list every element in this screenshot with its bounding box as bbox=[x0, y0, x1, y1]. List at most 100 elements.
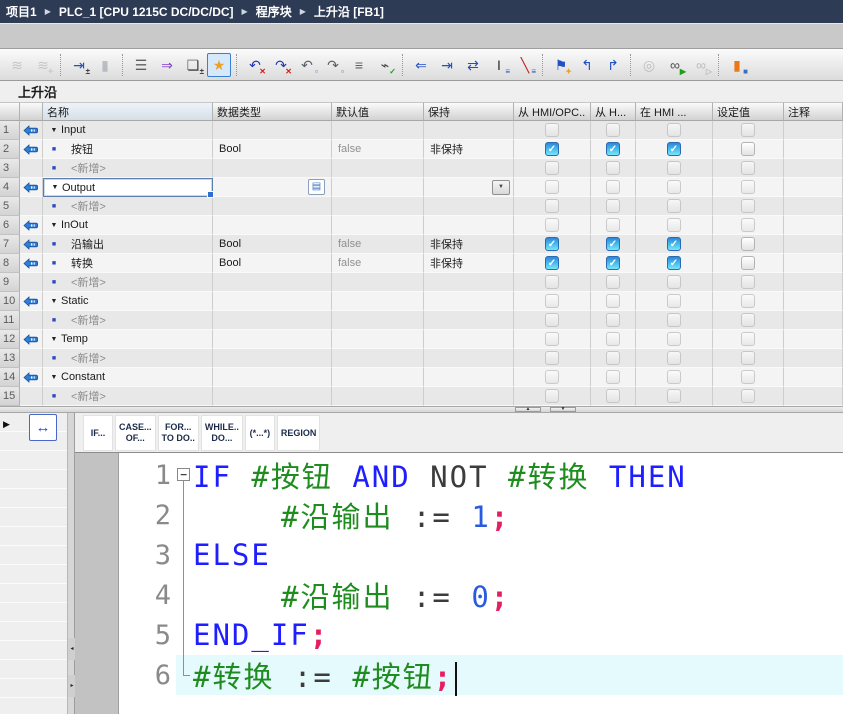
code-line[interactable]: 6 − #转换 := #按钮; bbox=[119, 655, 843, 695]
setpoint-checkbox[interactable] bbox=[741, 237, 755, 251]
name-cell[interactable]: ▼ Input bbox=[43, 121, 213, 140]
breadcrumb-item[interactable]: PLC_1 [CPU 1215C DC/DC/DC] bbox=[59, 5, 234, 19]
snippet-button[interactable]: REGION bbox=[277, 415, 321, 451]
setpoint-checkbox[interactable] bbox=[741, 123, 755, 137]
retain-cell[interactable] bbox=[424, 159, 514, 178]
hmi-opc-checkbox[interactable] bbox=[545, 275, 559, 289]
setpoint-checkbox[interactable] bbox=[741, 275, 755, 289]
comment-cell[interactable] bbox=[784, 159, 843, 178]
table-row[interactable]: 6 ▼ InOut bbox=[0, 216, 843, 235]
comment-cell[interactable] bbox=[784, 273, 843, 292]
breadcrumb-item[interactable]: 项目1 bbox=[6, 3, 37, 20]
name-cell[interactable]: ■ 转换 bbox=[43, 254, 213, 273]
name-cell[interactable]: ▼ Static bbox=[43, 292, 213, 311]
datatype-cell[interactable] bbox=[213, 292, 332, 311]
retain-cell[interactable] bbox=[424, 387, 514, 406]
table-row[interactable]: 12 ▼ Temp bbox=[0, 330, 843, 349]
row-marker-icon[interactable]: ■ bbox=[47, 203, 61, 210]
header-datatype[interactable]: 数据类型 bbox=[213, 102, 332, 121]
default-cell[interactable] bbox=[332, 121, 424, 140]
code-line[interactable]: 1 − IF #按钮 AND NOT #转换 THEN bbox=[119, 455, 843, 495]
hmi-opc-checkbox[interactable] bbox=[545, 313, 559, 327]
scroll-up-button[interactable]: ▲ bbox=[515, 407, 541, 412]
hmi-opc-checkbox[interactable] bbox=[545, 389, 559, 403]
row-marker-icon[interactable]: ■ bbox=[47, 279, 61, 286]
insert-network-button[interactable]: ≋ bbox=[5, 53, 29, 77]
table-row[interactable]: 11 ■ <新增> bbox=[0, 311, 843, 330]
name-cell[interactable]: ▼ Temp bbox=[43, 330, 213, 349]
call-environment-button[interactable]: ◎ bbox=[637, 53, 661, 77]
in-hmi-checkbox[interactable] bbox=[667, 199, 681, 213]
clear-highlight-button[interactable]: ╲≡ bbox=[513, 53, 537, 77]
default-cell[interactable] bbox=[332, 292, 424, 311]
name-cell[interactable]: ■ <新增> bbox=[43, 349, 213, 368]
row-marker-icon[interactable]: ■ bbox=[47, 317, 61, 324]
split-view-button[interactable]: ↔ bbox=[29, 414, 57, 441]
outdent-button[interactable]: ⇐ bbox=[409, 53, 433, 77]
default-cell[interactable] bbox=[332, 330, 424, 349]
in-hmi-checkbox[interactable] bbox=[667, 313, 681, 327]
table-row[interactable]: 13 ■ <新增> bbox=[0, 349, 843, 368]
default-cell[interactable] bbox=[332, 159, 424, 178]
header-from-hmi[interactable]: 从 H... bbox=[591, 102, 636, 121]
snippet-button[interactable]: (*...*) bbox=[245, 415, 275, 451]
from-hmi-checkbox[interactable]: ✓ bbox=[606, 142, 620, 156]
from-hmi-checkbox[interactable]: ✓ bbox=[606, 237, 620, 251]
header-name[interactable]: 名称 bbox=[43, 102, 213, 121]
default-cell[interactable] bbox=[332, 273, 424, 292]
default-cell[interactable] bbox=[332, 178, 424, 197]
name-cell[interactable]: ▼ InOut bbox=[43, 216, 213, 235]
comment-cell[interactable] bbox=[784, 254, 843, 273]
row-marker-icon[interactable]: ■ bbox=[47, 146, 61, 153]
retain-cell[interactable] bbox=[424, 349, 514, 368]
selection-handle[interactable] bbox=[207, 191, 214, 198]
retain-cell[interactable] bbox=[424, 273, 514, 292]
setpoint-checkbox[interactable] bbox=[741, 370, 755, 384]
datatype-cell[interactable] bbox=[213, 349, 332, 368]
fold-toggle-icon[interactable]: − bbox=[177, 468, 190, 481]
datatype-cell[interactable] bbox=[213, 197, 332, 216]
name-cell[interactable]: ■ <新增> bbox=[43, 311, 213, 330]
hmi-opc-checkbox[interactable] bbox=[545, 180, 559, 194]
table-row[interactable]: 15 ■ <新增> bbox=[0, 387, 843, 406]
row-marker-icon[interactable]: ■ bbox=[47, 355, 61, 362]
update-block-call-button[interactable]: ↶▫ bbox=[295, 53, 319, 77]
header-in-hmi[interactable]: 在 HMI ... bbox=[636, 102, 713, 121]
comment-cell[interactable] bbox=[784, 368, 843, 387]
retain-cell[interactable]: ▼ bbox=[424, 178, 514, 197]
default-cell[interactable]: false bbox=[332, 140, 424, 159]
name-cell[interactable]: ▼ Output bbox=[43, 178, 213, 197]
from-hmi-checkbox[interactable] bbox=[606, 294, 620, 308]
snippet-button[interactable]: FOR...TO DO.. bbox=[158, 415, 199, 451]
comment-cell[interactable] bbox=[784, 197, 843, 216]
header-hmi-opc[interactable]: 从 HMI/OPC.. bbox=[514, 102, 591, 121]
datatype-browse-button[interactable]: ▤ bbox=[308, 179, 325, 195]
breadcrumb-item[interactable]: 上升沿 [FB1] bbox=[314, 3, 384, 20]
comment-cell[interactable] bbox=[784, 292, 843, 311]
retain-cell[interactable] bbox=[424, 121, 514, 140]
name-cell[interactable]: ■ <新增> bbox=[43, 273, 213, 292]
setpoint-checkbox[interactable] bbox=[741, 294, 755, 308]
table-row[interactable]: 8 ■ 转换 Bool false 非保持 bbox=[0, 254, 843, 273]
row-marker-icon[interactable]: ▼ bbox=[47, 127, 61, 134]
in-hmi-checkbox[interactable] bbox=[667, 218, 681, 232]
set-bookmark-button[interactable]: ⚑✦ bbox=[549, 53, 573, 77]
from-hmi-checkbox[interactable] bbox=[606, 123, 620, 137]
comment-cell[interactable] bbox=[784, 311, 843, 330]
code-line[interactable]: 3 − ELSE bbox=[119, 535, 843, 575]
hmi-opc-checkbox[interactable] bbox=[545, 123, 559, 137]
datatype-cell[interactable] bbox=[213, 159, 332, 178]
row-marker-icon[interactable]: ■ bbox=[47, 260, 61, 267]
format-code-button[interactable]: ≡ bbox=[347, 53, 371, 77]
default-cell[interactable] bbox=[332, 387, 424, 406]
setpoint-checkbox[interactable] bbox=[741, 313, 755, 327]
from-hmi-checkbox[interactable] bbox=[606, 370, 620, 384]
insert-row-button[interactable]: ⇥± bbox=[67, 53, 91, 77]
table-row[interactable]: 7 ■ 沿输出 Bool false 非保持 bbox=[0, 235, 843, 254]
next-error-button[interactable]: ↷✕ bbox=[269, 53, 293, 77]
default-cell[interactable]: false bbox=[332, 235, 424, 254]
datatype-cell[interactable] bbox=[213, 387, 332, 406]
monitor-off-button[interactable]: ∞▷ bbox=[689, 53, 713, 77]
comment-cell[interactable] bbox=[784, 387, 843, 406]
name-cell[interactable]: ■ 沿输出 bbox=[43, 235, 213, 254]
